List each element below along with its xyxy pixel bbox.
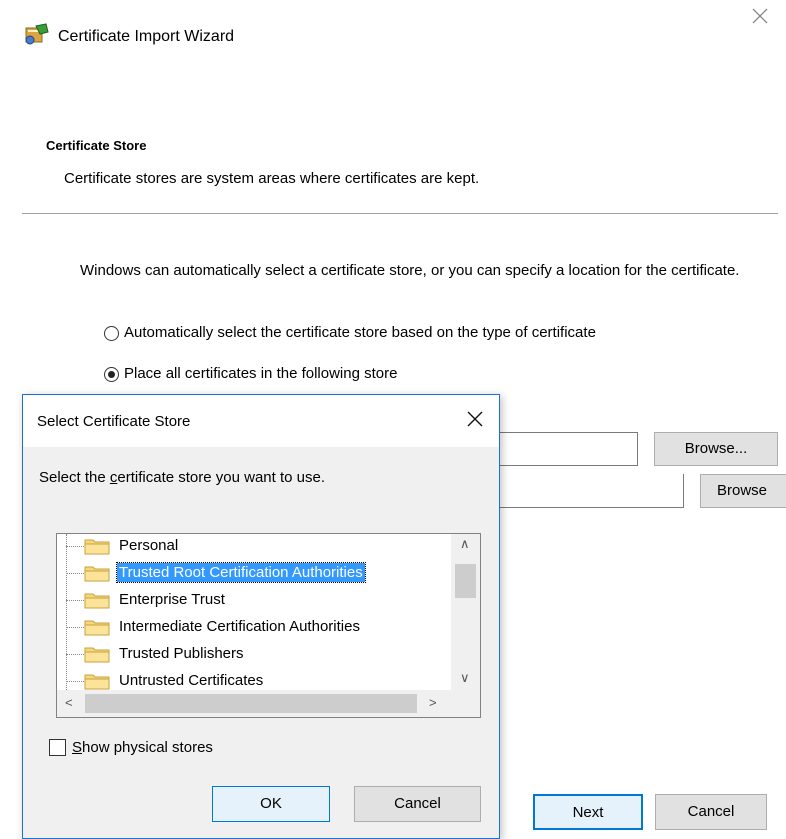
tree-connector xyxy=(66,627,84,628)
section-heading: Certificate Store xyxy=(46,138,147,153)
vertical-scroll-thumb[interactable] xyxy=(455,564,476,598)
dialog-close-icon[interactable] xyxy=(463,407,487,431)
tree-item[interactable]: Personal xyxy=(57,534,452,560)
tree-connector xyxy=(66,600,84,601)
certificate-store-tree[interactable]: Personal Trusted Root Certification Autho… xyxy=(56,533,481,718)
horizontal-scroll-thumb[interactable] xyxy=(85,694,417,713)
radio-auto-select-label[interactable]: Automatically select the certificate sto… xyxy=(124,324,596,341)
select-certificate-store-dialog: Select Certificate Store Select the cert… xyxy=(22,394,500,839)
certificate-wizard-icon xyxy=(22,22,52,46)
tree-item-label[interactable]: Personal xyxy=(117,536,180,555)
show-physical-stores-label[interactable]: Show physical stores xyxy=(72,739,213,756)
radio-auto-select[interactable] xyxy=(104,326,119,341)
radio-selected-dot xyxy=(108,371,115,378)
wizard-cancel-button[interactable]: Cancel xyxy=(655,794,767,830)
wizard-title: Certificate Import Wizard xyxy=(58,28,235,45)
intro-text: Windows can automatically select a certi… xyxy=(80,262,740,279)
close-icon[interactable] xyxy=(748,6,772,30)
vertical-scrollbar[interactable]: ∧ ∨ xyxy=(451,534,480,691)
tree-item[interactable]: Trusted Root Certification Authorities xyxy=(57,560,452,587)
folder-icon xyxy=(84,620,110,636)
tree-item-label[interactable]: Untrusted Certificates xyxy=(117,671,265,690)
tree-connector xyxy=(66,573,84,574)
radio-place-in-store[interactable] xyxy=(104,367,119,382)
next-button[interactable]: Next xyxy=(533,794,643,830)
scroll-left-icon[interactable]: < xyxy=(65,695,73,710)
dialog-titlebar[interactable]: Select Certificate Store xyxy=(23,395,499,447)
tree-item[interactable]: Enterprise Trust xyxy=(57,587,452,614)
dialog-title: Select Certificate Store xyxy=(37,413,191,430)
tree-item-label[interactable]: Trusted Root Certification Authorities xyxy=(116,562,366,583)
folder-icon xyxy=(84,566,110,582)
tree-item[interactable]: Trusted Publishers xyxy=(57,641,452,668)
folder-icon xyxy=(84,539,110,555)
tree-item-label[interactable]: Trusted Publishers xyxy=(117,644,246,663)
ok-button[interactable]: OK xyxy=(212,786,330,822)
prompt-text-end: ertificate store you want to use. xyxy=(117,469,325,486)
tree-connector xyxy=(66,654,84,655)
folder-icon xyxy=(84,593,110,609)
scroll-down-icon[interactable]: ∨ xyxy=(460,670,470,686)
header-divider xyxy=(22,213,778,214)
scroll-right-icon[interactable]: > xyxy=(429,695,437,710)
tree-item[interactable]: Intermediate Certification Authorities xyxy=(57,614,452,641)
prompt-text-start: Select the xyxy=(39,469,110,486)
tree-connector xyxy=(66,681,84,682)
scrollbar-corner xyxy=(451,690,480,717)
show-physical-stores-checkbox[interactable] xyxy=(49,739,66,756)
radio-place-in-store-label[interactable]: Place all certificates in the following … xyxy=(124,365,397,382)
tree-item-label[interactable]: Enterprise Trust xyxy=(117,590,227,609)
dialog-prompt: Select the certificate store you want to… xyxy=(39,469,325,486)
scroll-up-icon[interactable]: ∧ xyxy=(460,536,470,552)
folder-icon xyxy=(84,674,110,690)
section-description: Certificate stores are system areas wher… xyxy=(64,170,480,187)
browse-button[interactable]: Browse... xyxy=(654,432,778,466)
browse-button-secondary[interactable]: Browse xyxy=(700,474,786,508)
checkbox-label-text: how physical stores xyxy=(82,739,213,756)
horizontal-scrollbar[interactable]: < > xyxy=(57,690,451,717)
dialog-cancel-button[interactable]: Cancel xyxy=(354,786,481,822)
checkbox-accelerator: S xyxy=(72,739,83,756)
tree-item-label[interactable]: Intermediate Certification Authorities xyxy=(117,617,362,636)
folder-icon xyxy=(84,647,110,663)
tree-connector xyxy=(66,546,84,547)
